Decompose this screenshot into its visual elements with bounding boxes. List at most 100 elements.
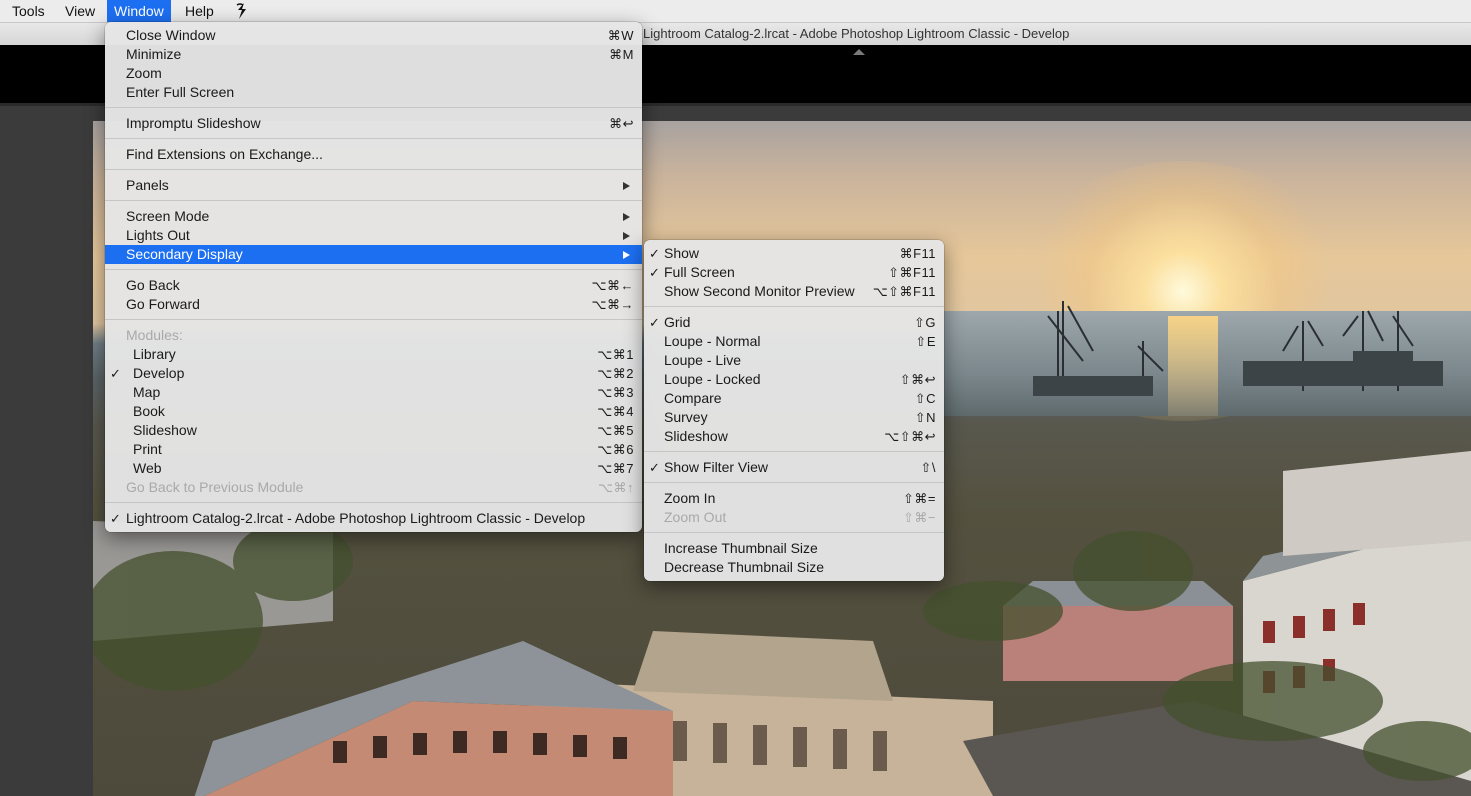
menu-item-label: Loupe - Normal [664,333,761,349]
window-menu-item-go-back[interactable]: Go Back ⌥⌘← [105,276,642,295]
window-menu-item-secondary-display[interactable]: Secondary Display [105,245,642,264]
menu-item-label: Lightroom Catalog-2.lrcat - Adobe Photos… [126,510,586,526]
secondary-display-item-slideshow[interactable]: Slideshow ⌥⇧⌘↩ [644,427,944,446]
menu-separator [644,306,944,307]
menu-separator [644,532,944,533]
menu-help[interactable]: Help [178,0,221,22]
secondary-display-item-loupe-normal[interactable]: Loupe - Normal ⇧E [644,332,944,351]
checkmark-icon: ✓ [649,460,660,475]
window-menu-item-go-forward[interactable]: Go Forward ⌥⌘→ [105,295,642,314]
secondary-display-item-increase-thumbnail-size[interactable]: Increase Thumbnail Size [644,539,944,558]
menu-separator [105,319,642,320]
window-menu-item-close-window[interactable]: Close Window ⌘W [105,26,642,45]
menu-item-shortcut: ⌥⌘7 [597,461,634,476]
menu-separator [105,502,642,503]
menu-item-shortcut: ⇧G [913,315,936,330]
window-menu-item-web[interactable]: Web ⌥⌘7 [105,459,642,478]
menu-item-label: Loupe - Live [664,352,742,368]
collapse-top-panel-icon[interactable] [853,49,865,55]
menu-item-shortcut: ⌥⌘→ [591,297,634,312]
secondary-display-item-decrease-thumbnail-size[interactable]: Decrease Thumbnail Size [644,558,944,577]
menu-tools[interactable]: Tools [5,0,52,22]
menu-item-label: Map [133,384,161,400]
menu-item-label: Go Back [126,277,180,293]
window-menu-item-modules: Modules: [105,326,642,345]
menu-separator [105,138,642,139]
secondary-display-item-loupe-live[interactable]: Loupe - Live [644,351,944,370]
window-menu-item-impromptu-slideshow[interactable]: Impromptu Slideshow ⌘↩ [105,114,642,133]
menu-item-label: Grid [664,314,691,330]
checkmark-icon: ✓ [110,511,121,526]
window-menu-item-zoom[interactable]: Zoom [105,64,642,83]
menu-item-label: Print [133,441,162,457]
script-icon[interactable] [227,0,257,22]
menu-item-label: Zoom In [664,490,716,506]
window-menu-item-screen-mode[interactable]: Screen Mode [105,207,642,226]
secondary-display-item-compare[interactable]: Compare ⇧C [644,389,944,408]
menu-item-label: Panels [126,177,169,193]
menu-item-shortcut: ⌥⌘4 [597,404,634,419]
menu-window[interactable]: Window [107,0,171,22]
window-menu-item-enter-full-screen[interactable]: Enter Full Screen [105,83,642,102]
checkmark-icon: ✓ [649,246,660,261]
window-title: Lightroom Catalog-2.lrcat - Adobe Photos… [643,26,1070,41]
window-menu-item-find-extensions-on-exchange[interactable]: Find Extensions on Exchange... [105,145,642,164]
menu-item-label: Enter Full Screen [126,84,235,100]
secondary-display-item-show-filter-view[interactable]: ✓ Show Filter View ⇧\ [644,458,944,477]
window-menu-item-lightroom-catalog-2-lrcat-adobe-photoshop-lightroom-classic-develop[interactable]: ✓ Lightroom Catalog-2.lrcat - Adobe Photo… [105,509,642,528]
menu-item-label: Go Back to Previous Module [126,479,304,495]
window-menu-item-develop[interactable]: ✓ Develop ⌥⌘2 [105,364,642,383]
menu-view[interactable]: View [58,0,102,22]
secondary-display-item-show[interactable]: ✓ Show ⌘F11 [644,244,944,263]
secondary-display-item-show-second-monitor-preview[interactable]: Show Second Monitor Preview ⌥⇧⌘F11 [644,282,944,301]
window-menu-item-print[interactable]: Print ⌥⌘6 [105,440,642,459]
menu-item-label: Slideshow [133,422,197,438]
window-menu-item-slideshow[interactable]: Slideshow ⌥⌘5 [105,421,642,440]
secondary-display-item-zoom-in[interactable]: Zoom In ⇧⌘= [644,489,944,508]
menu-item-label: Full Screen [664,264,735,280]
window-menu-item-minimize[interactable]: Minimize ⌘M [105,45,642,64]
menu-item-label: Decrease Thumbnail Size [664,559,825,575]
menu-item-shortcut: ⇧C [914,391,936,406]
menu-item-label: Show Second Monitor Preview [664,283,855,299]
window-menu-item-book[interactable]: Book ⌥⌘4 [105,402,642,421]
window-menu-item-library[interactable]: Library ⌥⌘1 [105,345,642,364]
menu-item-shortcut: ⌘W [607,28,634,43]
menu-item-label: Survey [664,409,708,425]
submenu-arrow-icon [623,251,630,259]
window-menu-item-map[interactable]: Map ⌥⌘3 [105,383,642,402]
secondary-display-item-grid[interactable]: ✓ Grid ⇧G [644,313,944,332]
menu-item-label: Zoom [126,65,162,81]
menu-item-label: Go Forward [126,296,200,312]
window-menu: Close Window ⌘W Minimize ⌘M Zoom Enter Full S… [105,22,642,532]
window-menu-item-panels[interactable]: Panels [105,176,642,195]
menu-item-label: Minimize [126,46,182,62]
menu-item-shortcut: ⌥⌘3 [597,385,634,400]
menu-item-shortcut: ⌘↩ [609,116,634,131]
menu-item-label: Close Window [126,27,216,43]
window-menu-item-lights-out[interactable]: Lights Out [105,226,642,245]
menu-separator [644,482,944,483]
checkmark-icon: ✓ [110,366,121,381]
submenu-arrow-icon [623,213,630,221]
menu-separator [644,451,944,452]
menu-item-label: Library [133,346,176,362]
menu-item-shortcut: ⌥⇧⌘F11 [872,284,936,299]
menu-item-shortcut: ⌘M [609,47,634,62]
menu-item-label: Modules: [126,327,183,343]
menu-item-shortcut: ⌥⌘6 [597,442,634,457]
menu-item-label: Zoom Out [664,509,727,525]
menu-item-label: Loupe - Locked [664,371,761,387]
secondary-display-submenu: ✓ Show ⌘F11 ✓ Full Screen ⇧⌘F11 Show Second Mo… [644,240,944,581]
menu-item-label: Impromptu Slideshow [126,115,261,131]
submenu-arrow-icon [623,182,630,190]
menu-item-shortcut: ⇧⌘↩ [899,372,936,387]
menu-item-label: Web [133,460,162,476]
secondary-display-item-loupe-locked[interactable]: Loupe - Locked ⇧⌘↩ [644,370,944,389]
menu-item-shortcut: ⇧\ [920,460,936,475]
secondary-display-item-survey[interactable]: Survey ⇧N [644,408,944,427]
menu-item-label: Show Filter View [664,459,769,475]
secondary-display-item-full-screen[interactable]: ✓ Full Screen ⇧⌘F11 [644,263,944,282]
menu-separator [105,169,642,170]
menu-item-shortcut: ⌥⌘2 [597,366,634,381]
